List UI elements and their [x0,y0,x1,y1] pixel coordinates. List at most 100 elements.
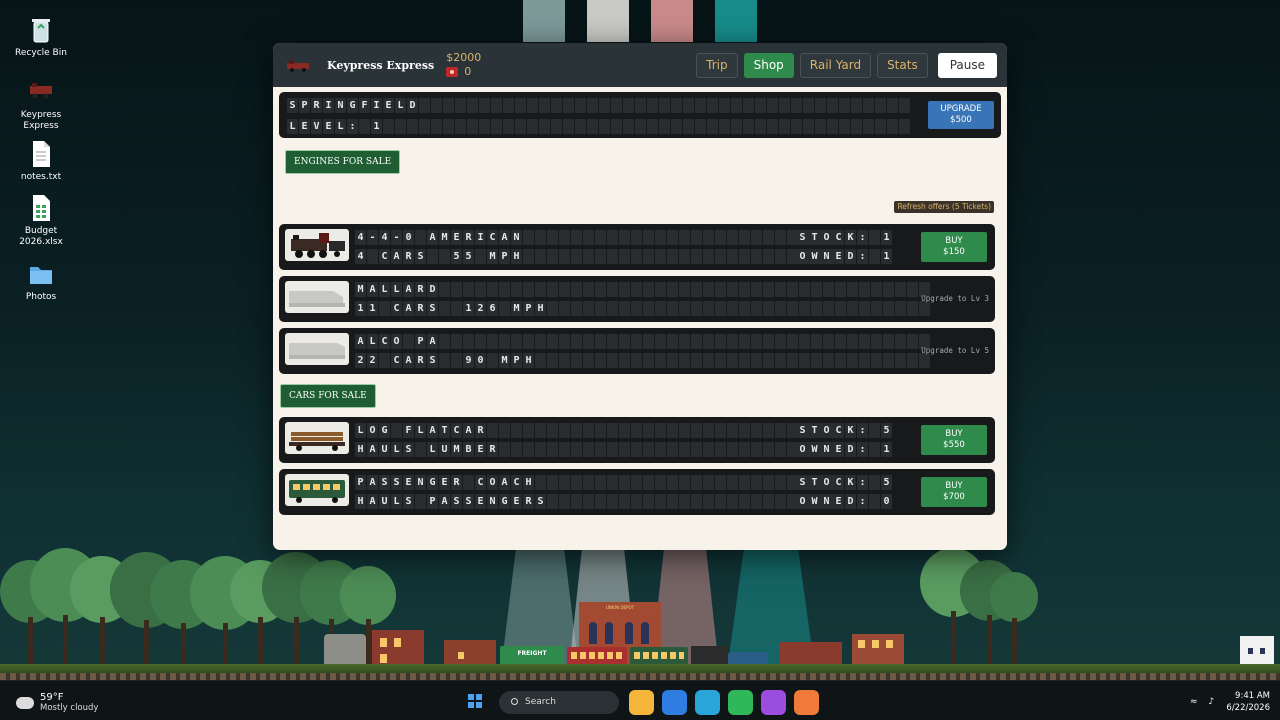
buy-engine-button[interactable]: BUY $150 [921,232,987,262]
weather-desc: Mostly cloudy [40,703,99,713]
desktop-icon-photos[interactable]: Photos [6,260,76,303]
flap-cell [739,442,750,457]
flap-cell: S [287,98,298,113]
flap-cell [559,442,570,457]
flap-cell [739,301,750,316]
flap-cell [919,301,930,316]
flap-cell: M [511,301,522,316]
flap-cell: T [809,475,820,490]
flap-cell [491,98,502,113]
clock[interactable]: 9:41 AM 6/22/2026 [1226,690,1270,714]
flap-cell [619,423,630,438]
flap-cell [715,230,726,245]
desktop-icon-budget[interactable]: Budget 2026.xlsx [6,194,76,248]
flap-cell: : [857,475,868,490]
file-explorer-icon[interactable] [629,690,654,715]
flap-cell [647,119,658,134]
flap-cell [583,475,594,490]
flap-cell: G [347,98,358,113]
flap-cell [871,353,882,368]
pause-button[interactable]: Pause [937,52,997,78]
flap-cell [835,334,846,349]
flap-cell [559,494,570,509]
flap-cell: A [367,282,378,297]
flap-cell: S [391,475,402,490]
flap-cell: L [391,494,402,509]
flap-cell: C [833,230,844,245]
flap-cell [887,119,898,134]
flap-cell [607,230,618,245]
flap-cell: 4 [379,230,390,245]
flap-cell: D [845,494,856,509]
chat-icon[interactable] [728,690,753,715]
flap-cell [359,119,370,134]
desktop-icon-notes[interactable]: notes.txt [6,140,76,183]
flap-cell [583,423,594,438]
flap-cell [559,334,570,349]
flap-cell [391,423,402,438]
flap-cell: A [367,494,378,509]
flap-cell [775,442,786,457]
flap-cell [715,475,726,490]
flap-cell [883,282,894,297]
flap-cell [607,282,618,297]
refresh-offers-button[interactable]: Refresh offers (5 Tickets) [894,201,994,213]
flap-cell [739,423,750,438]
flap-cell [787,301,798,316]
tree-trunk [28,617,33,668]
browser-icon[interactable] [662,690,687,715]
flap-cell [571,475,582,490]
flap-cell [703,249,714,264]
flap-cell [679,334,690,349]
flap-cell: S [379,475,390,490]
upgrade-station-button[interactable]: UPGRADE $500 [928,101,994,129]
flap-cell [487,334,498,349]
flap-cell [899,119,910,134]
train-app-icon [28,78,54,106]
flap-cell [791,98,802,113]
tree-trunk [366,619,371,668]
flap-cell [547,301,558,316]
search-box[interactable]: Search [499,691,619,714]
flap-cell [895,301,906,316]
mail-icon[interactable] [695,690,720,715]
tab-rail-yard[interactable]: Rail Yard [799,52,872,78]
flap-cell [869,475,880,490]
tab-trip[interactable]: Trip [696,52,738,78]
flap-cell [695,119,706,134]
weather-widget[interactable]: 59°F Mostly cloudy [13,692,99,713]
flap-cell [871,301,882,316]
flap-cell [703,353,714,368]
desktop-icon-keypress-express[interactable]: Keypress Express [6,78,76,132]
flap-cell [379,353,390,368]
flap-cell [551,119,562,134]
desktop-icon-label: Recycle Bin [15,48,67,58]
flap-cell: 4 [355,249,366,264]
flap-cell: H [523,353,534,368]
flap-cell [383,119,394,134]
flap-cell: N [821,249,832,264]
flap-cell [803,98,814,113]
flap-cell [835,353,846,368]
flap-cell [767,119,778,134]
system-tray[interactable]: ≈ ♪ [1190,697,1214,707]
flap-cell [691,475,702,490]
music-icon[interactable] [761,690,786,715]
photos-icon[interactable] [794,690,819,715]
wifi-icon: ≈ [1190,697,1198,707]
flap-cell [751,353,762,368]
flap-cell: L [379,282,390,297]
station-name-row: SPRINGFIELD [287,98,910,113]
tab-shop[interactable]: Shop [743,52,794,78]
start-button[interactable] [468,694,482,708]
buy-car-button[interactable]: BUY $550 [921,425,987,455]
tab-stats[interactable]: Stats [877,52,928,78]
flap-cell [395,119,406,134]
flap-cell [667,334,678,349]
buy-car-button[interactable]: BUY $700 [921,477,987,507]
flap-cell [655,301,666,316]
flap-cell: N [335,98,346,113]
desktop-icon-recycle-bin[interactable]: Recycle Bin [6,16,76,59]
flap-cell [727,282,738,297]
flap-cell [763,249,774,264]
